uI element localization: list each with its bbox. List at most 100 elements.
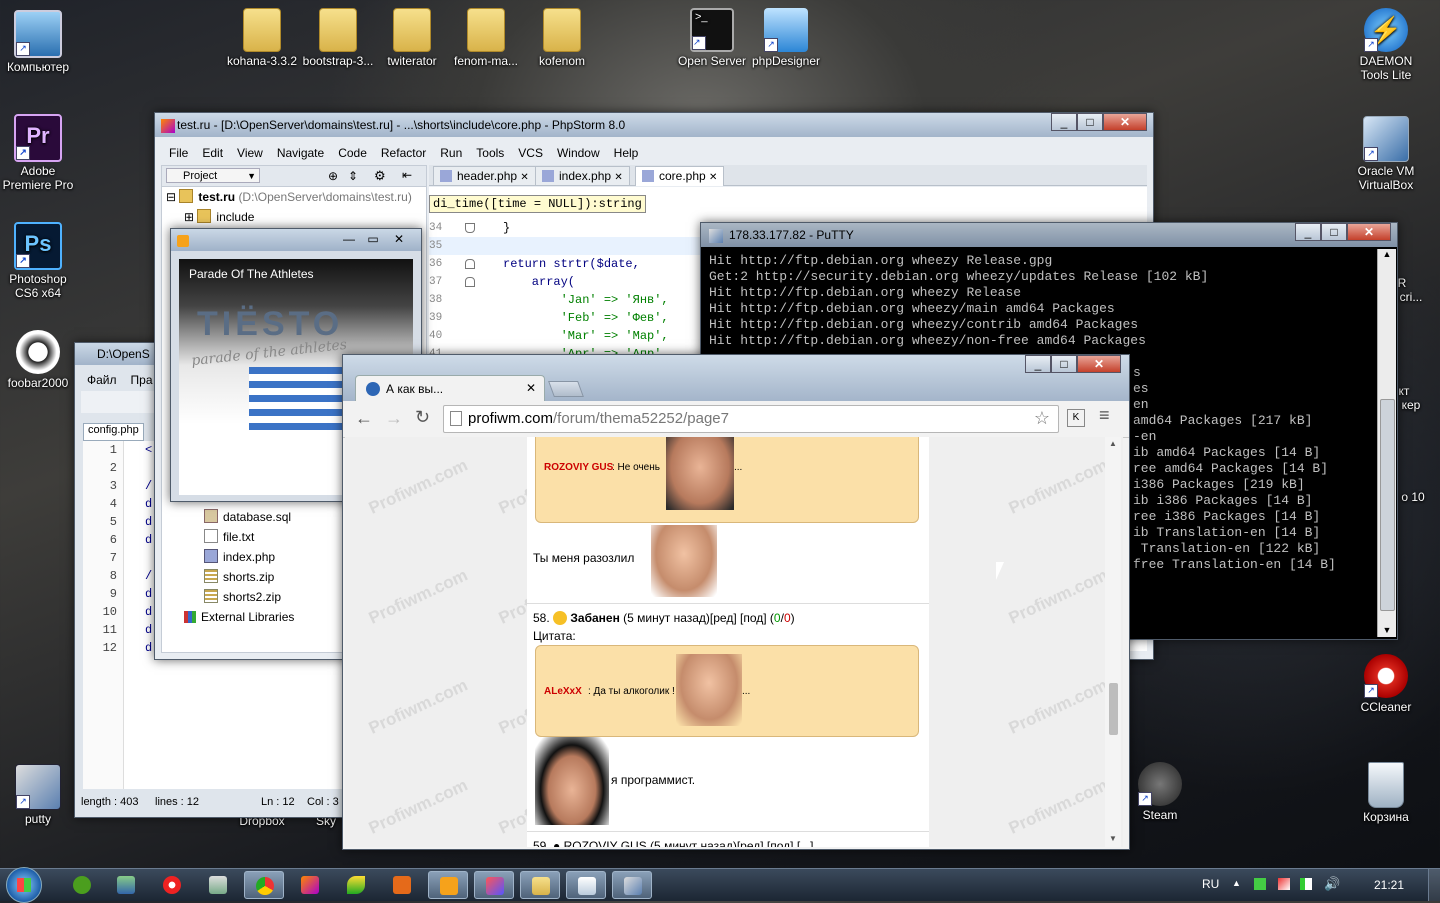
desktop-icon-phpdesigner[interactable]: ↗ phpDesigner — [748, 8, 824, 68]
tree-item-root[interactable]: ⊟ test.ru (D:\OpenServer\domains\test.ru… — [166, 188, 412, 206]
desktop-icon-photoshop[interactable]: Ps ↗ Photoshop CS6 x64 — [0, 222, 76, 300]
tab-close-icon[interactable]: ✕ — [520, 172, 528, 183]
taskbar-phpstorm[interactable] — [290, 871, 330, 899]
tab-close-icon[interactable]: ✕ — [526, 381, 536, 395]
menu-edit[interactable]: Edit — [202, 146, 223, 160]
menu-help[interactable]: Help — [614, 146, 639, 160]
desktop-label-partial-10[interactable]: o 10 — [1398, 490, 1428, 504]
close-button[interactable]: ✕ — [1103, 113, 1147, 131]
back-icon[interactable]: ← — [355, 408, 373, 429]
taskbar-app-8[interactable] — [382, 871, 422, 899]
minimize-button[interactable]: — — [337, 231, 361, 249]
tree-item-index-php[interactable]: index.php — [204, 548, 275, 566]
post-58-meta[interactable]: (5 минут назад)[ред] [под] ( — [623, 611, 774, 625]
menu-refactor[interactable]: Refactor — [381, 146, 426, 160]
tray-network-icon[interactable] — [1300, 878, 1312, 890]
menu-code[interactable]: Code — [338, 146, 367, 160]
close-button[interactable]: ✕ — [1077, 355, 1121, 373]
sync-icon[interactable]: ⊕ — [328, 169, 338, 183]
tree-item-file-txt[interactable]: file.txt — [204, 528, 254, 546]
desktop-icon-kofenom[interactable]: kofenom — [524, 8, 600, 68]
taskbar-yandex[interactable] — [152, 871, 192, 899]
taskbar-php-app[interactable] — [474, 871, 514, 899]
tree-item-external-libraries[interactable]: External Libraries — [184, 608, 294, 626]
desktop-icon-ccleaner[interactable]: ↗ CCleaner — [1348, 654, 1424, 714]
scroll-up-icon[interactable]: ▲ — [1378, 249, 1396, 259]
show-desktop-button[interactable] — [1428, 869, 1440, 901]
tree-item-include[interactable]: ⊞ include — [184, 208, 254, 226]
desktop-icon-foobar[interactable]: foobar2000 — [0, 330, 76, 390]
tab-header-php[interactable]: header.php ✕ — [433, 166, 536, 185]
forward-icon[interactable]: → — [385, 408, 403, 429]
extension-icon[interactable]: K — [1067, 409, 1085, 427]
taskbar-app-4[interactable] — [198, 871, 238, 899]
menu-tools[interactable]: Tools — [476, 146, 504, 160]
taskbar-media-player[interactable] — [428, 871, 468, 899]
browser-tab[interactable]: А как вы... ✕ — [355, 375, 545, 402]
scrollbar-thumb[interactable] — [1109, 683, 1118, 735]
desktop-icon-virtualbox[interactable]: ↗ Oracle VM VirtualBox — [1348, 116, 1424, 192]
expand-toggle-icon[interactable]: ⊞ — [184, 210, 194, 224]
minimize-button[interactable]: _ — [1295, 223, 1321, 241]
desktop-icon-premiere[interactable]: Pr ↗ Adobe Premiere Pro — [0, 114, 76, 192]
scroll-up-icon[interactable]: ▲ — [1105, 437, 1121, 448]
desktop-label-partial-cri[interactable]: cri... — [1396, 290, 1426, 304]
maximize-button[interactable]: □ — [1051, 355, 1077, 373]
editor2-menu-file[interactable]: Файл — [87, 373, 117, 387]
desktop-icon-recycle-bin[interactable]: Корзина — [1348, 762, 1424, 824]
clock[interactable]: 21:21 — [1374, 878, 1404, 892]
close-button[interactable]: ✕ — [1347, 223, 1391, 241]
fold-marker-icon[interactable] — [465, 259, 475, 269]
editor2-tab-config[interactable]: config.php — [83, 423, 144, 441]
menu-navigate[interactable]: Navigate — [277, 146, 324, 160]
taskbar-putty[interactable] — [612, 871, 652, 899]
menu-vcs[interactable]: VCS — [518, 146, 543, 160]
tray-volume-icon[interactable]: 🔊 — [1324, 876, 1340, 892]
tray-network-app-icon[interactable] — [1254, 878, 1266, 890]
taskbar-notepad[interactable] — [566, 871, 606, 899]
menu-window[interactable]: Window — [557, 146, 600, 160]
desktop-icon-daemon[interactable]: ⚡ ↗ DAEMON Tools Lite — [1348, 8, 1424, 82]
menu-run[interactable]: Run — [440, 146, 462, 160]
hide-panel-icon[interactable]: ⇤ — [402, 168, 412, 182]
desktop-icon-putty[interactable]: ↗ putty — [0, 764, 76, 826]
fold-marker-icon[interactable] — [465, 277, 475, 287]
quote-2-author[interactable]: ALeXxX — [544, 686, 582, 697]
desktop-icon-kohana[interactable]: kohana-3.3.2 — [224, 8, 300, 68]
desktop-icon-bootstrap[interactable]: bootstrap-3... — [300, 8, 376, 68]
tab-index-php[interactable]: index.php ✕ — [535, 166, 630, 185]
collapse-icon[interactable]: ⇕ — [348, 169, 358, 183]
putty-scrollbar[interactable]: ▲ ▼ — [1377, 249, 1396, 637]
start-button[interactable] — [6, 867, 42, 903]
maximize-button[interactable]: □ — [1077, 113, 1103, 131]
tray-flag-icon[interactable] — [1278, 878, 1290, 890]
page-scrollbar[interactable]: ▲ ▼ — [1105, 437, 1121, 847]
taskbar-explorer[interactable] — [520, 871, 560, 899]
minimize-button[interactable]: _ — [1051, 113, 1077, 131]
taskbar-chrome[interactable] — [244, 871, 284, 899]
gear-icon[interactable]: ⚙ — [374, 168, 386, 184]
minimize-button[interactable]: _ — [1025, 355, 1051, 373]
show-hidden-icons-icon[interactable]: ▲ — [1232, 878, 1241, 888]
bookmark-star-icon[interactable]: ☆ — [1034, 408, 1050, 429]
fold-marker-icon[interactable] — [465, 223, 475, 233]
tab-close-icon[interactable]: ✕ — [709, 172, 717, 183]
new-tab-button[interactable] — [548, 381, 584, 397]
scroll-down-icon[interactable]: ▼ — [1378, 625, 1396, 635]
language-indicator[interactable]: RU — [1202, 877, 1219, 891]
scrollbar-thumb[interactable] — [1380, 399, 1395, 611]
taskbar-app-7[interactable] — [336, 871, 376, 899]
desktop-icon-steam[interactable]: ↗ Steam — [1122, 762, 1198, 822]
browser-window[interactable]: _ □ ✕ А как вы... ✕ ← → ↻ profiwm.com/foru… — [342, 354, 1130, 850]
desktop-icon-twiterator[interactable]: twiterator — [374, 8, 450, 68]
desktop-icon-computer[interactable]: ↗ Компьютер — [0, 10, 76, 74]
maximize-button[interactable]: □ — [1321, 223, 1347, 241]
tree-item-database-sql[interactable]: database.sql — [204, 508, 291, 526]
desktop-icon-fenom[interactable]: fenom-ma... — [448, 8, 524, 68]
post-58-rating-down[interactable]: 0 — [784, 611, 791, 625]
tab-close-icon[interactable]: ✕ — [614, 172, 622, 183]
reload-icon[interactable]: ↻ — [415, 407, 430, 428]
menu-view[interactable]: View — [237, 146, 263, 160]
tree-item-shorts-zip[interactable]: shorts.zip — [204, 568, 274, 586]
close-button[interactable]: ✕ — [385, 231, 413, 249]
